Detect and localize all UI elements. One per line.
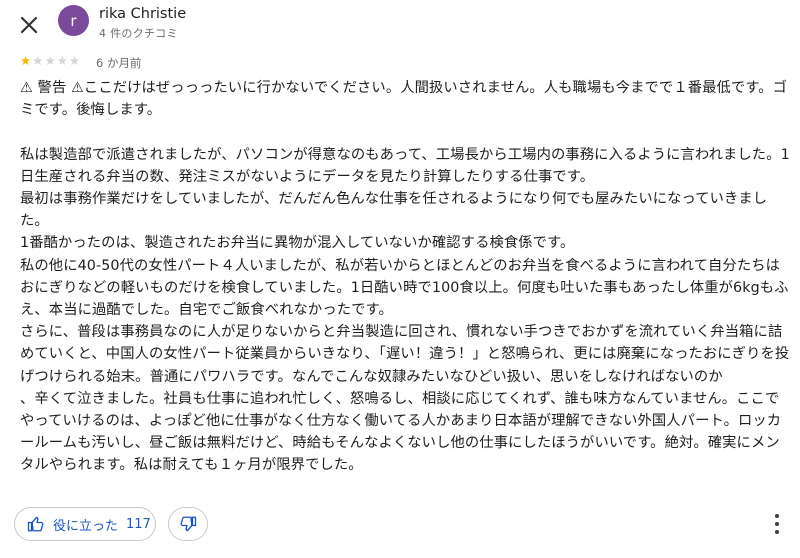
star-empty-icon: ★	[68, 53, 81, 68]
helpful-count: 117	[126, 516, 151, 532]
star-filled-icon: ★	[20, 53, 32, 68]
review-count: 4 件のクチコミ	[99, 27, 178, 40]
thumbs-down-icon	[180, 516, 197, 532]
thumbs-up-icon	[27, 516, 44, 532]
more-options-button[interactable]	[770, 514, 784, 534]
dislike-button[interactable]	[168, 507, 208, 541]
star-rating: ★ ★ ★ ★ ★	[20, 54, 80, 68]
more-vert-dot	[775, 522, 779, 526]
star-empty-icon: ★	[32, 53, 44, 68]
more-vert-dot	[775, 530, 779, 534]
review-panel: r rika Christie 4 件のクチコミ ★ ★ ★ ★ ★ 6 か月前 ⚠︎ …	[0, 0, 800, 558]
helpful-label: 役に立った	[53, 518, 119, 534]
review-date: 6 か月前	[96, 56, 142, 70]
review-text: ⚠︎ 警告 ⚠︎ここだけはぜっっったいに行かないでください。人間扱いされません。…	[20, 80, 790, 474]
star-empty-icon: ★	[44, 53, 56, 68]
avatar[interactable]: r	[58, 5, 89, 36]
avatar-letter: r	[70, 11, 77, 30]
close-button[interactable]	[14, 10, 44, 40]
star-empty-icon: ★	[56, 53, 68, 68]
close-icon	[20, 16, 38, 34]
more-vert-icon	[775, 514, 779, 518]
helpful-button[interactable]: 役に立った 117	[14, 507, 156, 541]
author-name[interactable]: rika Christie	[99, 6, 186, 22]
